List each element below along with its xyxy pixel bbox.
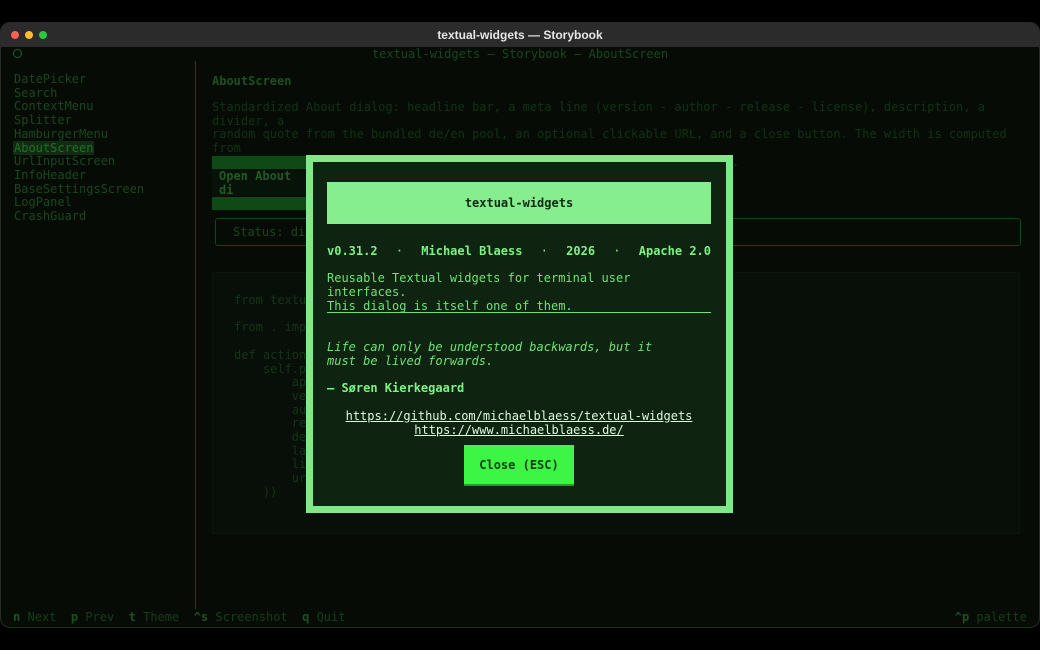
close-button[interactable]: Close (ESC) (464, 445, 574, 486)
quote-author: – Søren Kierkegaard (327, 381, 465, 395)
description-line: Reusable Textual widgets for terminal us… (327, 271, 631, 299)
author: Michael Blaess (421, 244, 523, 258)
quote-line: Life can only be understood backwards, b… (327, 340, 653, 354)
quote: Life can only be understood backwards, b… (327, 340, 667, 368)
title-bar: textual-widgets — Storybook (1, 23, 1039, 47)
website-link[interactable]: https://www.michaelblaess.de/ (327, 423, 711, 437)
quote-line: must be lived forwards. (327, 354, 494, 368)
meta-separator: · (395, 244, 404, 258)
license: Apache 2.0 (638, 244, 711, 258)
dialog-headline: textual-widgets (327, 182, 711, 224)
dialog-description: Reusable Textual widgets for terminal us… (327, 271, 711, 313)
release-year: 2026 (566, 244, 596, 258)
description-line: This dialog is itself one of them. (327, 299, 573, 313)
github-link[interactable]: https://github.com/michaelblaess/textual… (327, 409, 711, 423)
version: v0.31.2 (327, 244, 378, 258)
meta-line: v0.31.2 · Michael Blaess · 2026 · Apache… (327, 244, 711, 258)
divider (327, 312, 711, 313)
about-dialog: textual-widgets v0.31.2 · Michael Blaess… (306, 155, 733, 513)
meta-separator: · (540, 244, 548, 258)
window-title: textual-widgets — Storybook (437, 28, 603, 42)
links: https://github.com/michaelblaess/textual… (327, 409, 711, 437)
meta-separator: · (613, 244, 621, 258)
